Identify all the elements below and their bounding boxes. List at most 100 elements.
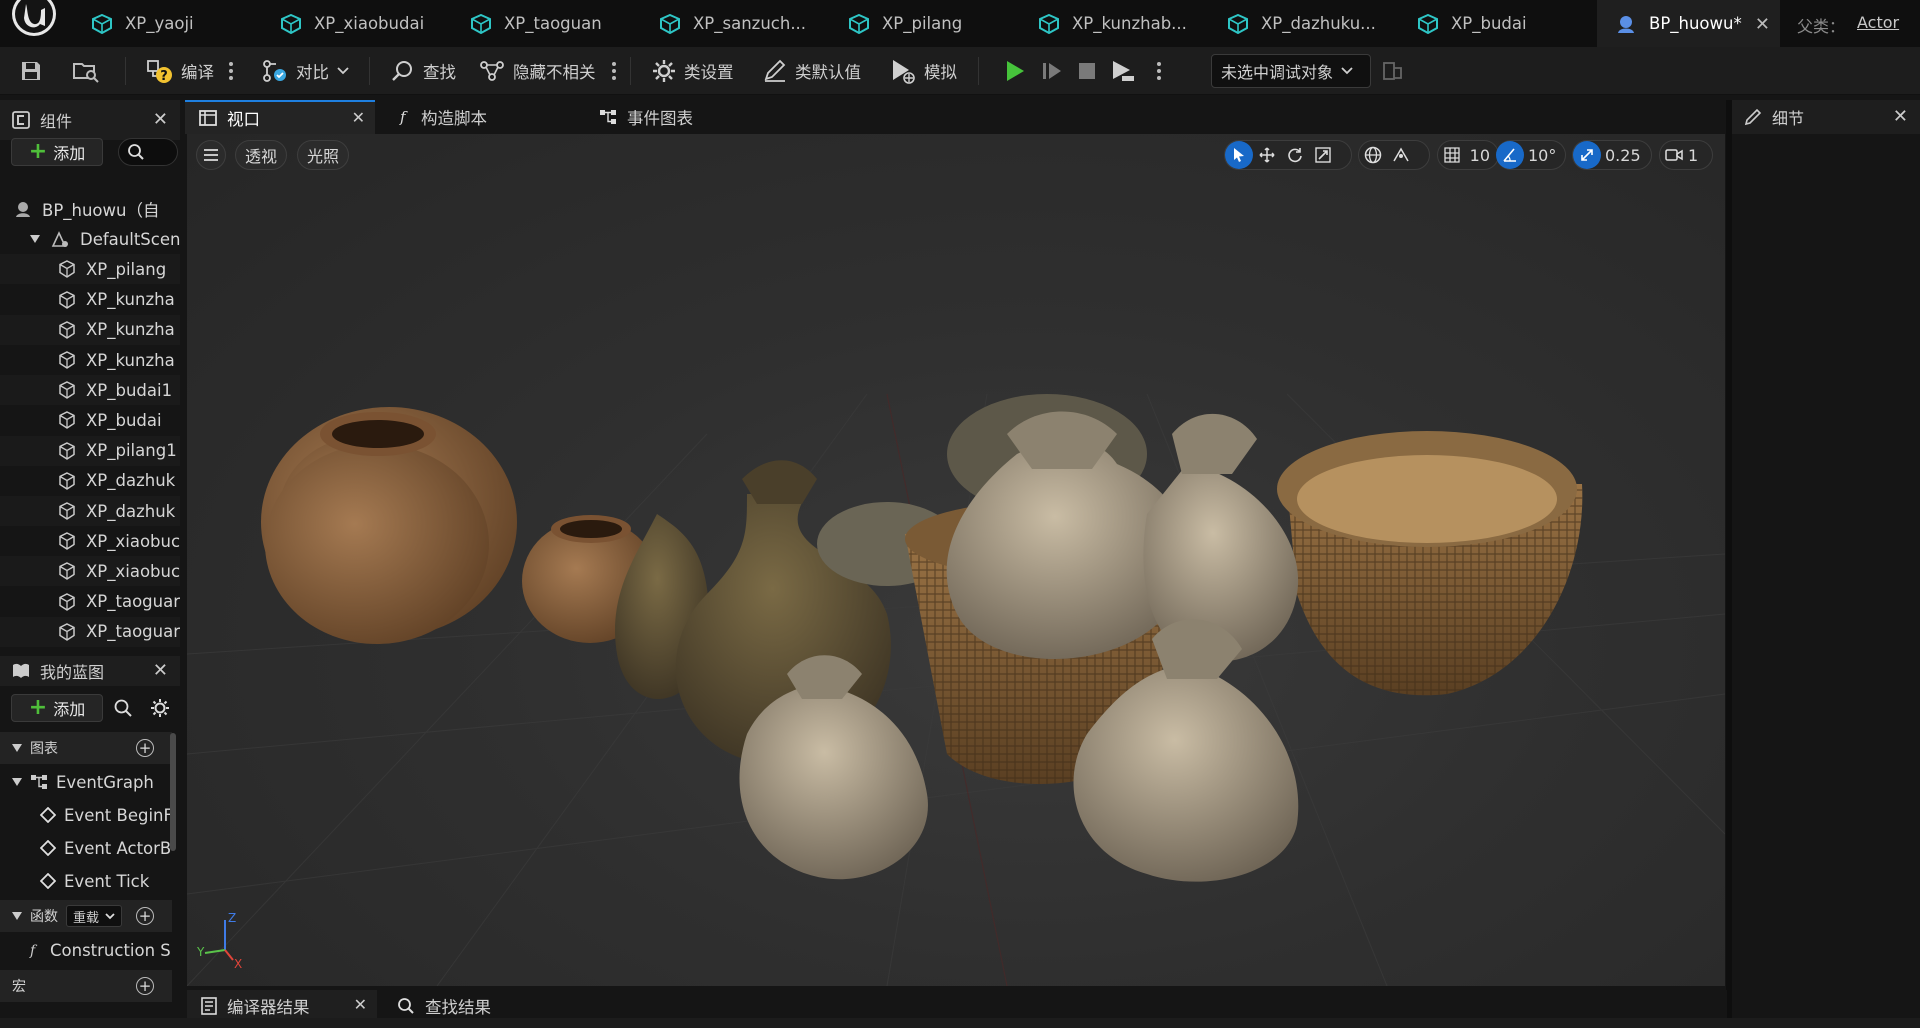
compile-warning-icon: ? [147,58,173,84]
tab-xp-kunzhab[interactable]: XP_kunzhab... [1020,0,1203,47]
close-tab-icon[interactable]: ✕ [352,108,365,127]
component-tree-label: XP_kunzha [86,320,175,340]
camera-icon [1660,141,1688,169]
triangle-down-icon [12,744,22,752]
component-tree-item[interactable]: BP_huowu（自 [0,194,180,224]
tab-event-graph[interactable]: 事件图表 [585,100,775,134]
play-button[interactable] [1004,47,1026,95]
event-node-item[interactable]: Event ActorB [0,832,172,864]
angle-icon [1496,141,1524,169]
hide-unrelated-button[interactable]: 隐藏不相关 [479,47,596,95]
close-panel-icon[interactable]: ✕ [1893,106,1908,127]
tab-xp-taoguan[interactable]: XP_taoguan [452,0,635,47]
component-tree-item[interactable]: XP_taoguar [0,587,180,617]
surface-snap-button[interactable] [1387,141,1415,169]
debug-find-button[interactable] [1382,47,1404,95]
grid-snap-toggle[interactable]: 10 [1437,140,1499,170]
blueprint-panel-scrollbar[interactable] [170,733,176,851]
parent-class-label: 父类： [1797,17,1846,36]
tab-xp-sanzuch[interactable]: XP_sanzuch... [641,0,824,47]
hide-unrelated-options-button[interactable] [611,59,617,83]
rotate-tool-button[interactable] [1281,141,1309,169]
tab-label: XP_sanzuch... [693,14,807,33]
select-tool-button[interactable] [1225,141,1253,169]
component-tree-item[interactable]: XP_taoguar [0,616,180,647]
book-icon [12,663,30,679]
scale-snap-toggle[interactable]: 0.25 [1572,140,1652,170]
rotation-snap-toggle[interactable]: 10° [1496,140,1566,170]
close-tab-icon[interactable]: ✕ [354,995,367,1014]
eject-button[interactable] [1110,47,1136,95]
components-panel-title: 组件 [40,112,73,131]
component-tree-item[interactable]: DefaultScene [0,224,180,254]
class-defaults-button[interactable]: 类默认值 [763,47,861,95]
event-node-item[interactable]: Event Tick [0,865,172,897]
cloth-sack-rear [1143,413,1299,662]
stop-button[interactable] [1077,47,1097,95]
find-results-label: 查找结果 [425,998,491,1017]
camera-speed-button[interactable]: 1 [1659,140,1713,170]
world-space-button[interactable] [1359,141,1387,169]
debug-object-dropdown[interactable]: 未选中调试对象 [1211,54,1371,88]
tab-construction-script[interactable]: f 构造脚本 [385,100,575,134]
class-settings-button[interactable]: 类设置 [652,47,734,95]
component-search-input[interactable] [118,138,178,166]
perspective-dropdown[interactable]: 透视 [235,140,287,170]
component-tree-item[interactable]: XP_xiaobuc [0,526,180,556]
component-tree-item[interactable]: XP_kunzha [0,314,180,345]
compile-button[interactable]: ? 编译 [147,47,214,95]
tab-xp-pilang[interactable]: XP_pilang [830,0,1013,47]
compile-options-button[interactable] [228,59,234,83]
close-panel-icon[interactable]: ✕ [153,109,168,130]
tab-xp-yaoji[interactable]: XP_yaoji [73,0,256,47]
component-tree-label: BP_huowu（自 [42,201,160,220]
component-tree-item[interactable]: XP_kunzha [0,285,180,315]
settings-gear-icon[interactable] [150,698,170,718]
add-graph-icon[interactable]: + [136,739,154,757]
translate-tool-button[interactable] [1253,141,1281,169]
component-tree-item[interactable]: XP_dazhuk [0,496,180,526]
tab-bp-huowu[interactable]: BP_huowu* ✕ [1597,0,1780,47]
add-component-button[interactable]: + 添加 [11,138,103,166]
component-tree-item[interactable]: XP_budai [0,405,180,435]
3d-viewport[interactable]: 透视 光照 10 10° 0.25 1 Z Y X [187,134,1725,986]
static-mesh-icon [659,13,681,34]
search-icon[interactable] [113,698,133,718]
parent-class-link[interactable]: Actor [1857,13,1899,32]
advance-frame-button[interactable] [1041,47,1063,95]
tab-xp-xiaobudai[interactable]: XP_xiaobudai [262,0,445,47]
close-panel-icon[interactable]: ✕ [153,660,168,681]
browse-button[interactable] [72,47,100,95]
my-blueprint-header: 我的蓝图 ✕ [0,656,180,686]
tab-viewport[interactable]: 视口 ✕ [185,100,375,134]
component-tree-item[interactable]: XP_kunzha [0,345,180,375]
component-tree-item[interactable]: XP_pilang [0,254,180,285]
override-dropdown[interactable]: 重载 [66,905,123,927]
tab-xp-dazhuku[interactable]: XP_dazhuku... [1209,0,1392,47]
add-function-icon[interactable]: + [136,907,154,925]
find-button[interactable]: 查找 [391,47,456,95]
add-macro-icon[interactable]: + [136,977,154,995]
save-button[interactable] [20,47,42,95]
play-options-button[interactable] [1156,59,1162,83]
component-tree-item[interactable]: XP_dazhuk [0,466,180,496]
simulate-button[interactable]: 模拟 [890,47,957,95]
view-mode-dropdown[interactable]: 光照 [297,140,349,170]
static-mesh-icon [848,13,870,34]
scale-tool-button[interactable] [1309,141,1337,169]
unreal-logo-icon[interactable] [12,0,62,42]
tab-xp-budai[interactable]: XP_budai [1399,0,1582,47]
component-tree-label: XP_kunzha [86,350,175,370]
event-graph-item[interactable]: EventGraph [0,766,172,798]
add-member-button[interactable]: + 添加 [11,694,103,722]
component-tree-item[interactable]: XP_xiaobuc [0,556,180,587]
component-tree-item[interactable]: XP_pilang1 [0,435,180,466]
close-tab-icon[interactable]: ✕ [1755,14,1770,35]
event-diamond-icon [40,807,56,823]
construction-script-item[interactable]: f Construction S [0,934,172,966]
static-mesh-icon [91,13,113,34]
diff-dropdown[interactable]: 对比 [262,47,349,95]
viewport-options-button[interactable] [196,140,226,170]
event-node-item[interactable]: Event BeginF [0,799,172,831]
component-tree-item[interactable]: XP_budai1 [0,375,180,406]
